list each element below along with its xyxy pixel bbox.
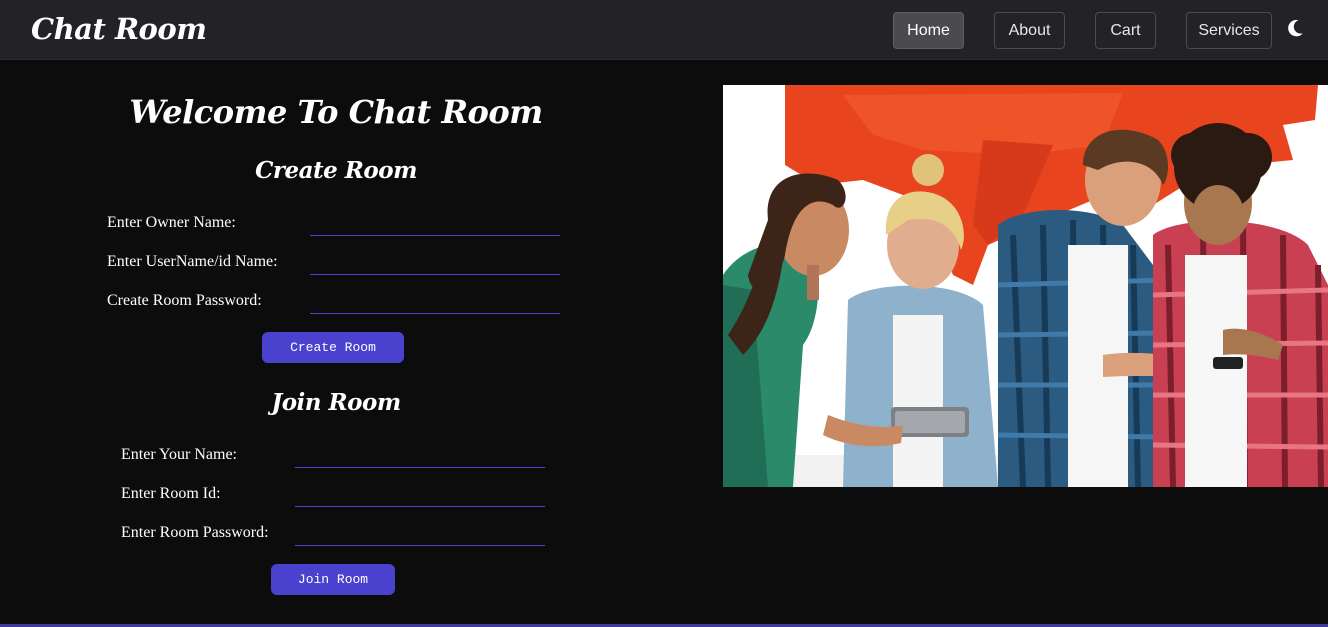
your-name-input[interactable] — [295, 446, 545, 468]
join-room-heading: Join Room — [271, 389, 401, 416]
owner-name-input[interactable] — [310, 214, 560, 236]
nav-cart-button[interactable]: Cart — [1095, 12, 1156, 49]
your-name-label: Enter Your Name: — [121, 446, 237, 463]
moon-icon[interactable] — [1285, 18, 1305, 38]
hero-image — [723, 85, 1328, 487]
nav-services-button[interactable]: Services — [1186, 12, 1272, 49]
username-label: Enter UserName/id Name: — [107, 253, 278, 270]
page-title: Welcome To Chat Room — [129, 93, 543, 131]
username-input[interactable] — [310, 253, 560, 275]
create-password-input[interactable] — [310, 292, 560, 314]
room-id-input[interactable] — [295, 485, 545, 507]
brand-logo[interactable]: Chat Room — [31, 12, 207, 46]
room-password-input[interactable] — [295, 524, 545, 546]
nav-about-button[interactable]: About — [994, 12, 1065, 49]
room-id-label: Enter Room Id: — [121, 485, 221, 502]
create-room-heading: Create Room — [255, 157, 417, 184]
create-password-label: Create Room Password: — [107, 292, 262, 309]
navbar: Chat Room Home About Cart Services — [0, 0, 1328, 60]
owner-name-label: Enter Owner Name: — [107, 214, 236, 231]
create-room-button[interactable]: Create Room — [262, 332, 404, 363]
join-room-button[interactable]: Join Room — [271, 564, 395, 595]
nav-home-button[interactable]: Home — [893, 12, 964, 49]
room-password-label: Enter Room Password: — [121, 524, 269, 541]
people-illustration-icon — [723, 85, 1328, 487]
